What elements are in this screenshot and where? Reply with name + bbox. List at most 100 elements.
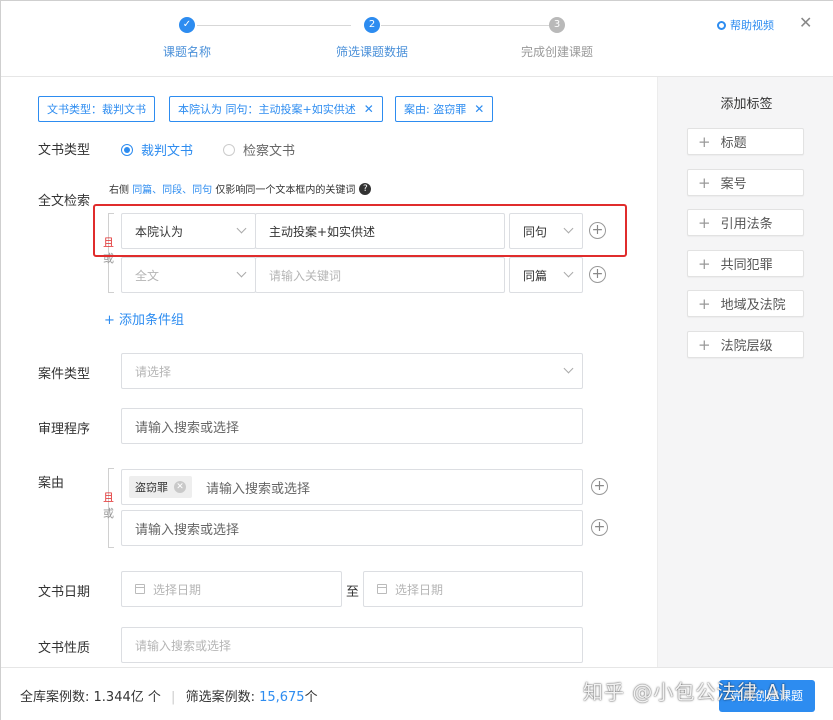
chevron-down-icon — [236, 267, 247, 278]
cause-label: 案由 — [38, 476, 65, 491]
filter-chip-label: 案由: 盗窃罪 — [404, 103, 467, 116]
hint-prefix: 右侧 — [109, 185, 129, 196]
add-condition-group-button[interactable]: + 添加条件组 — [104, 309, 184, 328]
radio-label: 检察文书 — [243, 144, 296, 159]
doc-nature-label: 文书性质 — [38, 641, 91, 656]
doc-nature-placeholder: 请输入搜索或选择 — [135, 638, 232, 653]
radio-icon — [223, 143, 235, 156]
scope-value: 同篇 — [523, 268, 548, 283]
filtered-cases-unit: 个 — [304, 690, 318, 705]
fulltext-label: 全文检索 — [38, 194, 91, 209]
keyword-placeholder: 请输入关键词 — [269, 268, 342, 283]
step-number: 3 — [549, 17, 565, 33]
date-range-separator: 至 — [346, 585, 360, 600]
add-row-icon[interactable]: + — [591, 519, 608, 536]
help-video-link[interactable]: 帮助视频 — [717, 17, 774, 33]
radio-icon — [121, 143, 133, 156]
filter-chip[interactable]: 本院认为 同句：主动投案+如实供述 ✕ — [169, 96, 383, 122]
fulltext-hint: 右侧 同篇、同段、同句 仅影响同一个文本框内的关键词 ? — [109, 181, 372, 196]
cause-input[interactable]: 盗窃罪 ✕ 请输入搜索或选择 — [121, 469, 583, 505]
scope-select[interactable]: 同篇 — [509, 257, 583, 293]
plus-icon: + — [698, 213, 711, 232]
and-option[interactable]: 且 — [103, 490, 114, 506]
cause-placeholder: 请输入搜索或选择 — [206, 481, 311, 497]
plus-icon: + — [698, 254, 711, 273]
filter-chip-label: 文书类型：裁判文书 — [47, 103, 146, 116]
date-from-input[interactable]: 选择日期 — [121, 571, 342, 607]
tag-panel-title: 添加标签 — [720, 97, 773, 112]
close-icon[interactable]: ✕ — [474, 102, 484, 116]
step-number: 2 — [364, 17, 380, 33]
doc-nature-input[interactable]: 请输入搜索或选择 — [121, 627, 583, 663]
check-icon: ✓ — [179, 17, 195, 33]
close-icon[interactable]: ✕ — [174, 481, 186, 493]
steps-header: ✓ 课题名称 2 筛选课题数据 3 完成创建课题 帮助视频 ✕ — [1, 1, 833, 77]
add-tag-case-number[interactable]: + 案号 — [687, 169, 804, 196]
date-placeholder: 选择日期 — [153, 582, 202, 597]
add-row-icon[interactable]: + — [591, 478, 608, 495]
close-icon[interactable]: ✕ — [799, 13, 812, 32]
case-type-label: 案件类型 — [38, 367, 91, 382]
play-icon — [717, 20, 726, 30]
date-to-input[interactable]: 选择日期 — [363, 571, 583, 607]
tag-label: 共同犯罪 — [720, 258, 773, 273]
doc-date-label: 文书日期 — [38, 585, 91, 600]
date-placeholder: 选择日期 — [395, 582, 444, 597]
field-select[interactable]: 全文 — [121, 257, 256, 293]
keyword-input[interactable]: 请输入关键词 — [255, 257, 505, 293]
add-tag-title[interactable]: + 标题 — [687, 128, 804, 155]
divider: | — [171, 690, 176, 705]
field-select-value: 全文 — [135, 268, 160, 283]
trial-procedure-input[interactable]: 请输入搜索或选择 — [121, 408, 583, 444]
highlight-annotation — [93, 204, 627, 257]
chevron-down-icon — [563, 267, 574, 278]
case-stats: 全库案例数: 1.344亿 个 | 筛选案例数: 15,675个 — [20, 686, 318, 705]
calendar-icon — [135, 584, 145, 594]
add-row-icon[interactable]: + — [589, 266, 606, 283]
step-topic-name[interactable]: ✓ 课题名称 — [117, 17, 257, 60]
add-tag-court-level[interactable]: + 法院层级 — [687, 331, 804, 358]
case-type-placeholder: 请选择 — [135, 364, 172, 379]
watermark: 知乎 @小包公法律·AI — [583, 680, 788, 704]
help-video-label: 帮助视频 — [730, 19, 774, 32]
filtered-cases-value: 15,675 — [259, 690, 305, 705]
cause-placeholder: 请输入搜索或选择 — [135, 522, 240, 538]
dialog: ✓ 课题名称 2 筛选课题数据 3 完成创建课题 帮助视频 ✕ 文书类型：裁判文… — [0, 0, 833, 720]
trial-procedure-label: 审理程序 — [38, 422, 91, 437]
plus-icon: + — [698, 335, 711, 354]
filter-chip[interactable]: 案由: 盗窃罪 ✕ — [395, 96, 494, 122]
close-icon[interactable]: ✕ — [364, 102, 374, 116]
step-filter-data[interactable]: 2 筛选课题数据 — [302, 17, 442, 60]
or-option[interactable]: 或 — [103, 506, 114, 522]
filter-chip[interactable]: 文书类型：裁判文书 — [38, 96, 155, 122]
plus-icon: + — [698, 294, 711, 313]
total-cases-label: 全库案例数: — [20, 690, 90, 705]
cause-tag-label: 盗窃罪 — [135, 481, 168, 494]
add-tag-joint-crime[interactable]: + 共同犯罪 — [687, 250, 804, 277]
radio-label: 裁判文书 — [141, 144, 194, 159]
footer: 全库案例数: 1.344亿 个 | 筛选案例数: 15,675个 完成创建课题 … — [1, 667, 833, 720]
question-icon[interactable]: ? — [359, 182, 372, 195]
trial-procedure-placeholder: 请输入搜索或选择 — [135, 420, 240, 436]
tag-label: 地域及法院 — [720, 298, 786, 313]
tag-label: 法院层级 — [720, 339, 773, 354]
add-tag-region-court[interactable]: + 地域及法院 — [687, 290, 804, 317]
tag-label: 引用法条 — [720, 217, 773, 232]
cause-input[interactable]: 请输入搜索或选择 — [121, 510, 583, 546]
plus-icon: + — [698, 173, 711, 192]
tag-label: 案号 — [720, 177, 747, 192]
radio-procuratorate-doc[interactable]: 检察文书 — [223, 140, 295, 159]
cause-tag: 盗窃罪 ✕ — [129, 476, 192, 498]
total-cases-value: 1.344亿 个 — [93, 690, 161, 705]
tag-panel: 添加标签 + 标题 + 案号 + 引用法条 + 共同犯罪 + 地域及法院 + 法院层级 — [657, 77, 833, 667]
and-or-toggle[interactable]: 且 或 — [103, 490, 114, 522]
plus-icon: + — [698, 132, 711, 151]
hint-links: 同篇、同段、同句 — [132, 185, 213, 196]
radio-judgment-doc[interactable]: 裁判文书 — [121, 140, 193, 159]
add-tag-cited-law[interactable]: + 引用法条 — [687, 209, 804, 236]
hint-suffix: 仅影响同一个文本框内的关键词 — [215, 185, 356, 196]
step-finish[interactable]: 3 完成创建课题 — [487, 17, 627, 60]
doc-type-label: 文书类型 — [38, 143, 91, 158]
step-label: 完成创建课题 — [520, 45, 593, 59]
case-type-select[interactable]: 请选择 — [121, 353, 583, 389]
